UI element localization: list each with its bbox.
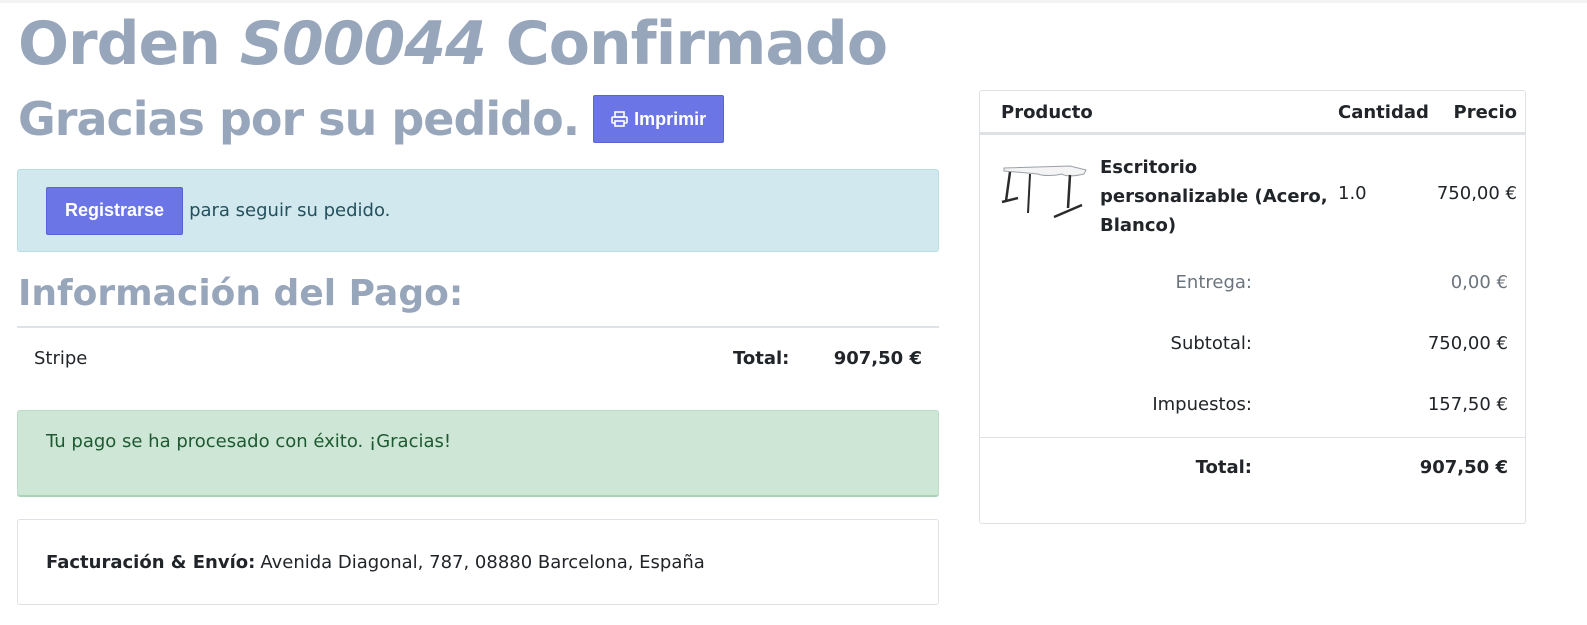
register-button[interactable]: Registrarse — [46, 186, 184, 235]
payment-total-label: Total: — [733, 347, 790, 369]
thanks-row: Gracias por su pedido. Imprimir — [18, 86, 725, 152]
top-divider — [0, 0, 1587, 3]
address-card: Facturación & Envío: Avenida Diagonal, 7… — [17, 519, 939, 605]
signup-alert: Registrarse para seguir su pedido. — [17, 169, 939, 252]
printer-icon — [611, 111, 628, 127]
summary-total-label: Total: — [1195, 457, 1252, 478]
subtotal-value: 750,00 € — [1427, 333, 1508, 354]
payment-total-value: 907,50 € — [833, 347, 922, 369]
subtotal-label: Subtotal: — [1170, 333, 1252, 354]
payment-divider — [17, 326, 939, 328]
taxes-value: 157,50 € — [1427, 394, 1508, 415]
order-summary: Producto Cantidad Precio Escritorio pers… — [979, 90, 1526, 524]
print-button[interactable]: Imprimir — [593, 95, 725, 143]
product-price: 750,00 € — [1436, 183, 1517, 204]
summary-header: Producto Cantidad Precio — [980, 91, 1525, 135]
product-quantity: 1.0 — [1338, 183, 1367, 204]
summary-total-row: Total: 907,50 € — [980, 457, 1525, 485]
address-label: Facturación & Envío: — [46, 551, 256, 573]
thanks-heading: Gracias por su pedido. — [18, 92, 580, 146]
payment-success-alert: Tu pago se ha procesado con éxito. ¡Grac… — [17, 410, 939, 497]
column-quantity: Cantidad — [1338, 102, 1429, 123]
taxes-label: Impuestos: — [1152, 394, 1252, 415]
payment-heading: Información del Pago: — [18, 273, 464, 314]
payment-row: Stripe Total: 907,50 € — [17, 336, 939, 380]
title-status: Confirmado — [505, 9, 888, 79]
taxes-row: Impuestos: 157,50 € — [980, 394, 1525, 422]
signup-alert-text: para seguir su pedido. — [189, 200, 391, 221]
product-image — [1001, 165, 1087, 219]
page-title: Orden S00044 Confirmado — [18, 8, 888, 80]
delivery-value: 0,00 € — [1450, 272, 1508, 293]
summary-divider — [980, 437, 1525, 438]
payment-method: Stripe — [34, 347, 88, 369]
product-name: Escritorio personalizable (Acero, Blanco… — [1100, 157, 1328, 236]
order-number: S00044 — [239, 9, 487, 79]
payment-success-text: Tu pago se ha procesado con éxito. ¡Grac… — [46, 431, 452, 452]
summary-total-value: 907,50 € — [1419, 457, 1508, 478]
subtotal-row: Subtotal: 750,00 € — [980, 333, 1525, 361]
delivery-row: Entrega: 0,00 € — [980, 272, 1525, 300]
column-price: Precio — [1453, 102, 1517, 123]
delivery-label: Entrega: — [1175, 272, 1252, 293]
print-label: Imprimir — [634, 108, 707, 129]
address-value: Avenida Diagonal, 787, 08880 Barcelona, … — [260, 551, 705, 573]
column-product: Producto — [1001, 102, 1093, 123]
title-prefix: Orden — [18, 9, 221, 79]
